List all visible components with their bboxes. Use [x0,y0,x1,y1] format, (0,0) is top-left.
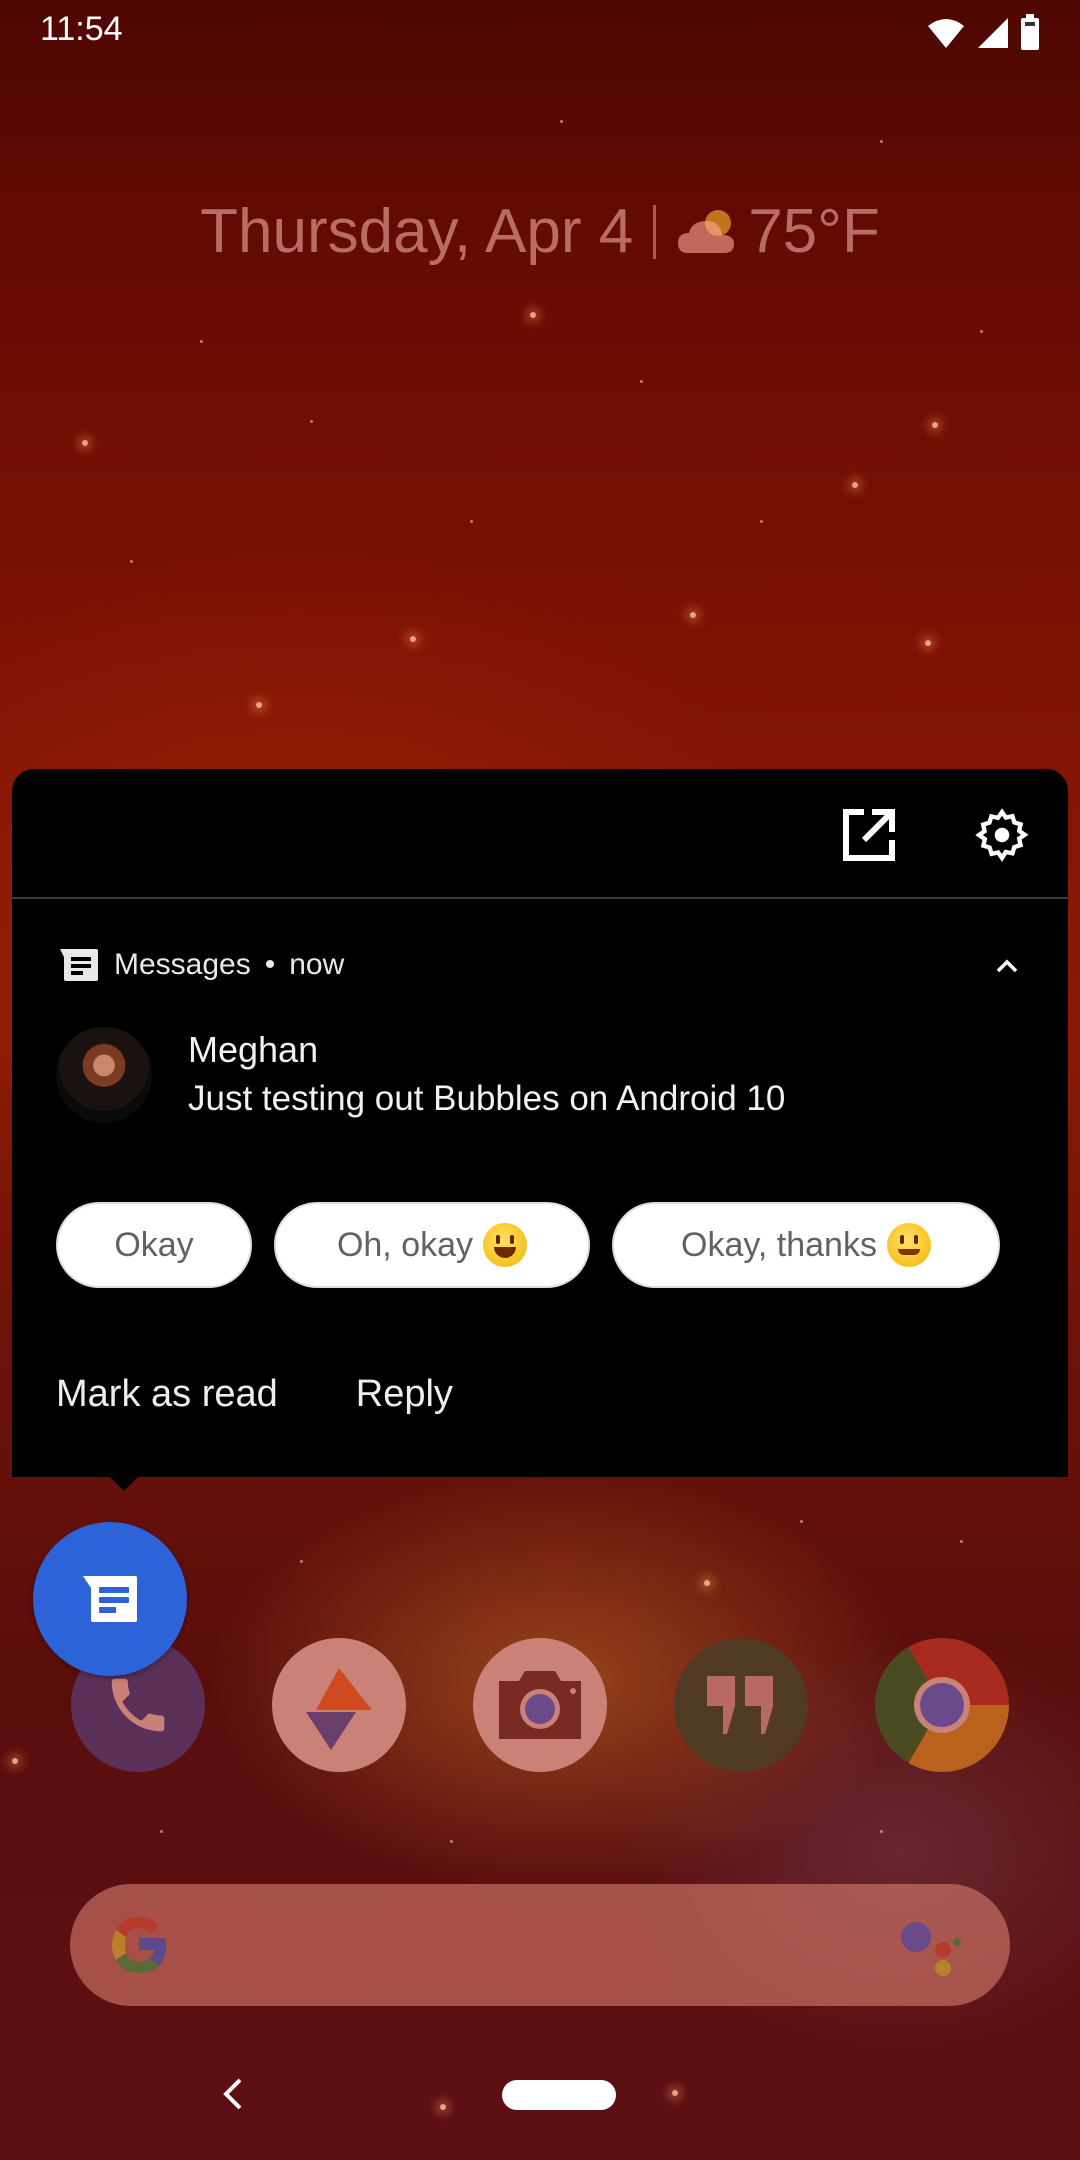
smiling-face-emoji [886,1223,931,1267]
bubble-expanded-panel: Messages • now Meghan Just testing out B… [12,769,1068,1491]
smart-replies: Okay Oh, okay Okay, thanks [56,1202,1000,1288]
contact-avatar [56,1027,152,1123]
google-g-icon [112,1917,166,1973]
assistant-icon[interactable] [900,1920,964,1976]
dock-triangle-app[interactable] [272,1638,406,1772]
smart-reply-okay[interactable]: Okay [56,1202,252,1288]
camera-icon [499,1671,581,1739]
notification-header: Messages • now [58,947,344,983]
settings-gear-icon [975,808,1029,862]
cell-signal-icon [978,18,1008,48]
hangouts-icon [707,1676,773,1734]
battery-icon [1021,14,1039,50]
phone-icon [111,1678,165,1732]
chrome-icon [914,1677,970,1733]
nav-back-button[interactable] [218,2074,248,2114]
clock: 11:54 [40,10,123,48]
temperature: 75°F [748,197,880,266]
sender-name: Meghan [188,1029,319,1070]
app-name: Messages [114,948,251,981]
google-search-bar[interactable] [70,1884,1010,2006]
triangle-app-icon [306,1668,372,1750]
collapse-chevron-icon[interactable] [992,951,1022,981]
grinning-face-emoji [483,1223,528,1267]
separator-dot: • [264,948,276,981]
messages-icon [83,1576,137,1622]
smart-reply-oh-okay[interactable]: Oh, okay [274,1202,590,1288]
dock-camera[interactable] [473,1638,607,1772]
reply-button[interactable]: Reply [356,1373,453,1416]
messages-icon [60,949,98,981]
open-in-app-icon [843,809,895,861]
nav-home-pill[interactable] [502,2080,616,2110]
notification-time: now [289,948,345,981]
dock-hangouts[interactable] [674,1638,808,1772]
at-a-glance[interactable]: Thursday, Apr 4 75°F [0,196,1080,267]
mark-as-read-button[interactable]: Mark as read [56,1373,278,1416]
open-in-app-button[interactable] [839,805,899,865]
settings-button[interactable] [972,805,1032,865]
messages-bubble[interactable] [33,1522,187,1676]
date-text: Thursday, Apr 4 [200,197,634,266]
dock-chrome[interactable] [875,1638,1009,1772]
partly-cloudy-icon [678,209,735,253]
message-text: Just testing out Bubbles on Android 10 [188,1079,786,1118]
notification-actions: Mark as read Reply [56,1373,453,1416]
panel-pointer [110,1477,138,1491]
wifi-icon [928,19,964,48]
smart-reply-okay-thanks[interactable]: Okay, thanks [612,1202,1000,1288]
panel-header [12,769,1068,899]
status-bar: 11:54 [0,0,1080,64]
divider [653,204,657,259]
